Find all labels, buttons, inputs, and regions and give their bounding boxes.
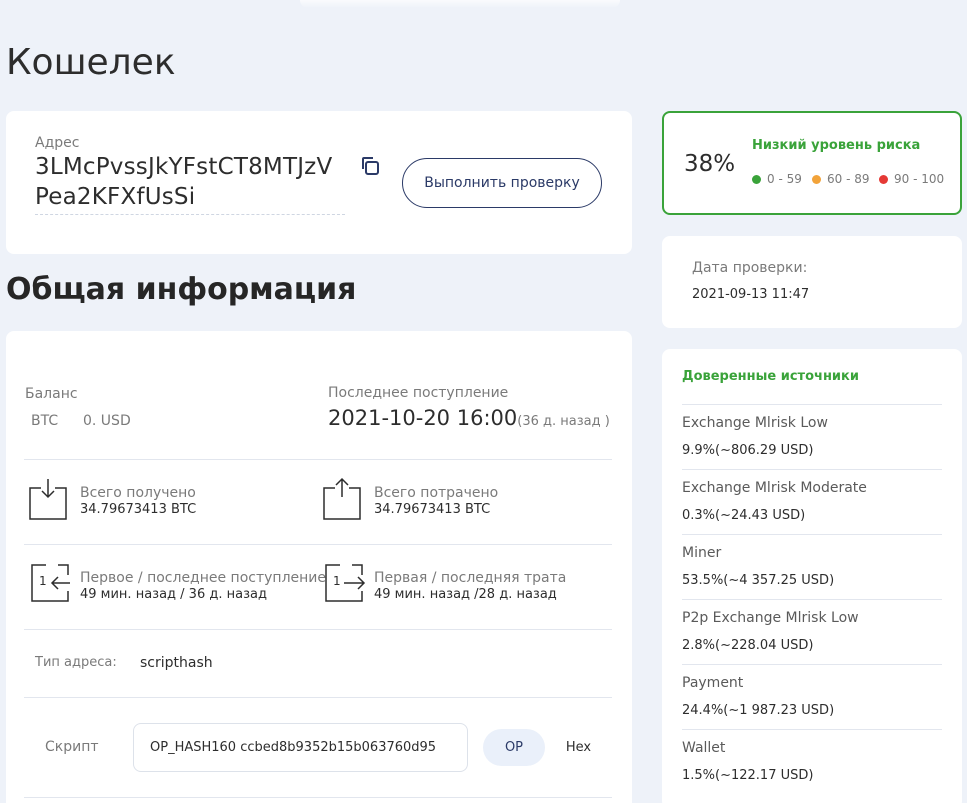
general-info-title: Общая информация	[6, 272, 357, 307]
red-dot-icon	[879, 174, 888, 184]
green-dot-icon	[752, 174, 761, 184]
source-name: Exchange Mlrisk Moderate	[682, 480, 867, 496]
outgoing-arrow-icon: 1	[324, 563, 366, 602]
source-item: Exchange Mlrisk Moderate 0.3%(~24.43 USD…	[682, 469, 942, 534]
balance-label: Баланс	[25, 386, 78, 402]
source-name: Miner	[682, 545, 722, 561]
source-item: Payment 24.4%(~1 987.23 USD)	[682, 664, 942, 729]
source-item: Exchange Mlrisk Low 9.9%(~806.29 USD)	[682, 404, 942, 469]
source-name: Payment	[682, 675, 744, 691]
script-field[interactable]: OP_HASH160 ccbed8b9352b15b063760d95	[133, 723, 468, 772]
run-check-button[interactable]: Выполнить проверку	[402, 158, 602, 208]
check-date-label: Дата проверки:	[692, 260, 808, 276]
legend-high-range: 90 - 100	[894, 172, 945, 186]
script-label: Скрипт	[45, 739, 99, 755]
last-incoming: 2021-10-20 16:00(36 д. назад )	[328, 406, 610, 430]
outgoing-icon-digit: 1	[333, 574, 341, 588]
source-value: 0.3%(~24.43 USD)	[682, 508, 806, 523]
divider	[24, 544, 612, 545]
first-last-spend-value: 49 мин. назад /28 д. назад	[374, 587, 557, 602]
trusted-sources-card: Доверенные источники Exchange Mlrisk Low…	[662, 349, 962, 803]
last-incoming-label: Последнее поступление	[328, 385, 509, 401]
source-value: 24.4%(~1 987.23 USD)	[682, 703, 835, 718]
first-last-incoming-label: Первое / последнее поступление	[80, 570, 326, 586]
source-name: P2p Exchange Mlrisk Low	[682, 610, 859, 626]
source-item: Wallet 1.5%(~122.17 USD)	[682, 729, 942, 794]
check-date-value: 2021-09-13 11:47	[692, 287, 810, 302]
legend-medium: 60 - 89	[812, 172, 870, 186]
first-last-incoming-value: 49 мин. назад / 36 д. назад	[80, 587, 267, 602]
address-label: Адрес	[35, 135, 80, 151]
total-received-value: 34.79673413 BTC	[80, 502, 197, 517]
wallet-address: 3LMcPvssJkYFstCT8MTJzVPea2KFXfUsSi	[35, 152, 345, 215]
source-value: 2.8%(~228.04 USD)	[682, 638, 814, 653]
op-toggle-button[interactable]: OP	[483, 729, 545, 766]
balance-usd: 0. USD	[83, 413, 131, 429]
orange-dot-icon	[812, 174, 821, 184]
copy-icon[interactable]	[358, 154, 382, 178]
source-name: Wallet	[682, 740, 726, 756]
source-value: 9.9%(~806.29 USD)	[682, 443, 814, 458]
top-decoration	[300, 0, 620, 8]
divider	[24, 459, 612, 460]
first-last-spend-label: Первая / последняя трата	[374, 570, 567, 586]
total-received-label: Всего получено	[80, 485, 196, 501]
last-incoming-ago: (36 д. назад )	[517, 414, 610, 429]
address-type-label: Тип адреса:	[35, 655, 117, 670]
legend-medium-range: 60 - 89	[827, 172, 870, 186]
address-type-value: scripthash	[140, 655, 213, 671]
divider	[24, 629, 612, 630]
source-value: 1.5%(~122.17 USD)	[682, 768, 814, 783]
upload-icon	[322, 475, 361, 520]
download-icon	[28, 475, 67, 520]
source-value: 53.5%(~4 357.25 USD)	[682, 573, 835, 588]
general-info-card: Баланс BTC 0. USD Последнее поступление …	[6, 331, 632, 803]
last-incoming-datetime: 2021-10-20 16:00	[328, 406, 518, 430]
risk-percent: 38%	[684, 151, 736, 177]
source-name: Exchange Mlrisk Low	[682, 415, 828, 431]
check-date-card: Дата проверки: 2021-09-13 11:47	[662, 236, 962, 328]
total-spent-value: 34.79673413 BTC	[374, 502, 491, 517]
source-item: Miner 53.5%(~4 357.25 USD)	[682, 534, 942, 599]
legend-low: 0 - 59	[752, 172, 802, 186]
risk-level: Низкий уровень риска	[752, 138, 921, 153]
hex-toggle-button[interactable]: Hex	[556, 729, 601, 766]
risk-card: 38% Низкий уровень риска 0 - 59 60 - 89 …	[662, 111, 962, 215]
divider	[24, 697, 612, 698]
legend-high: 90 - 100	[879, 172, 944, 186]
address-card: Адрес 3LMcPvssJkYFstCT8MTJzVPea2KFXfUsSi…	[6, 111, 632, 254]
incoming-icon-digit: 1	[39, 574, 47, 588]
source-item: P2p Exchange Mlrisk Low 2.8%(~228.04 USD…	[682, 599, 942, 664]
sources-title: Доверенные источники	[682, 369, 859, 384]
page-title: Кошелек	[6, 42, 176, 83]
incoming-arrow-icon: 1	[30, 563, 70, 602]
total-spent-label: Всего потрачено	[374, 485, 499, 501]
legend-low-range: 0 - 59	[767, 172, 802, 186]
balance-btc: BTC	[31, 413, 59, 429]
divider	[24, 797, 612, 798]
